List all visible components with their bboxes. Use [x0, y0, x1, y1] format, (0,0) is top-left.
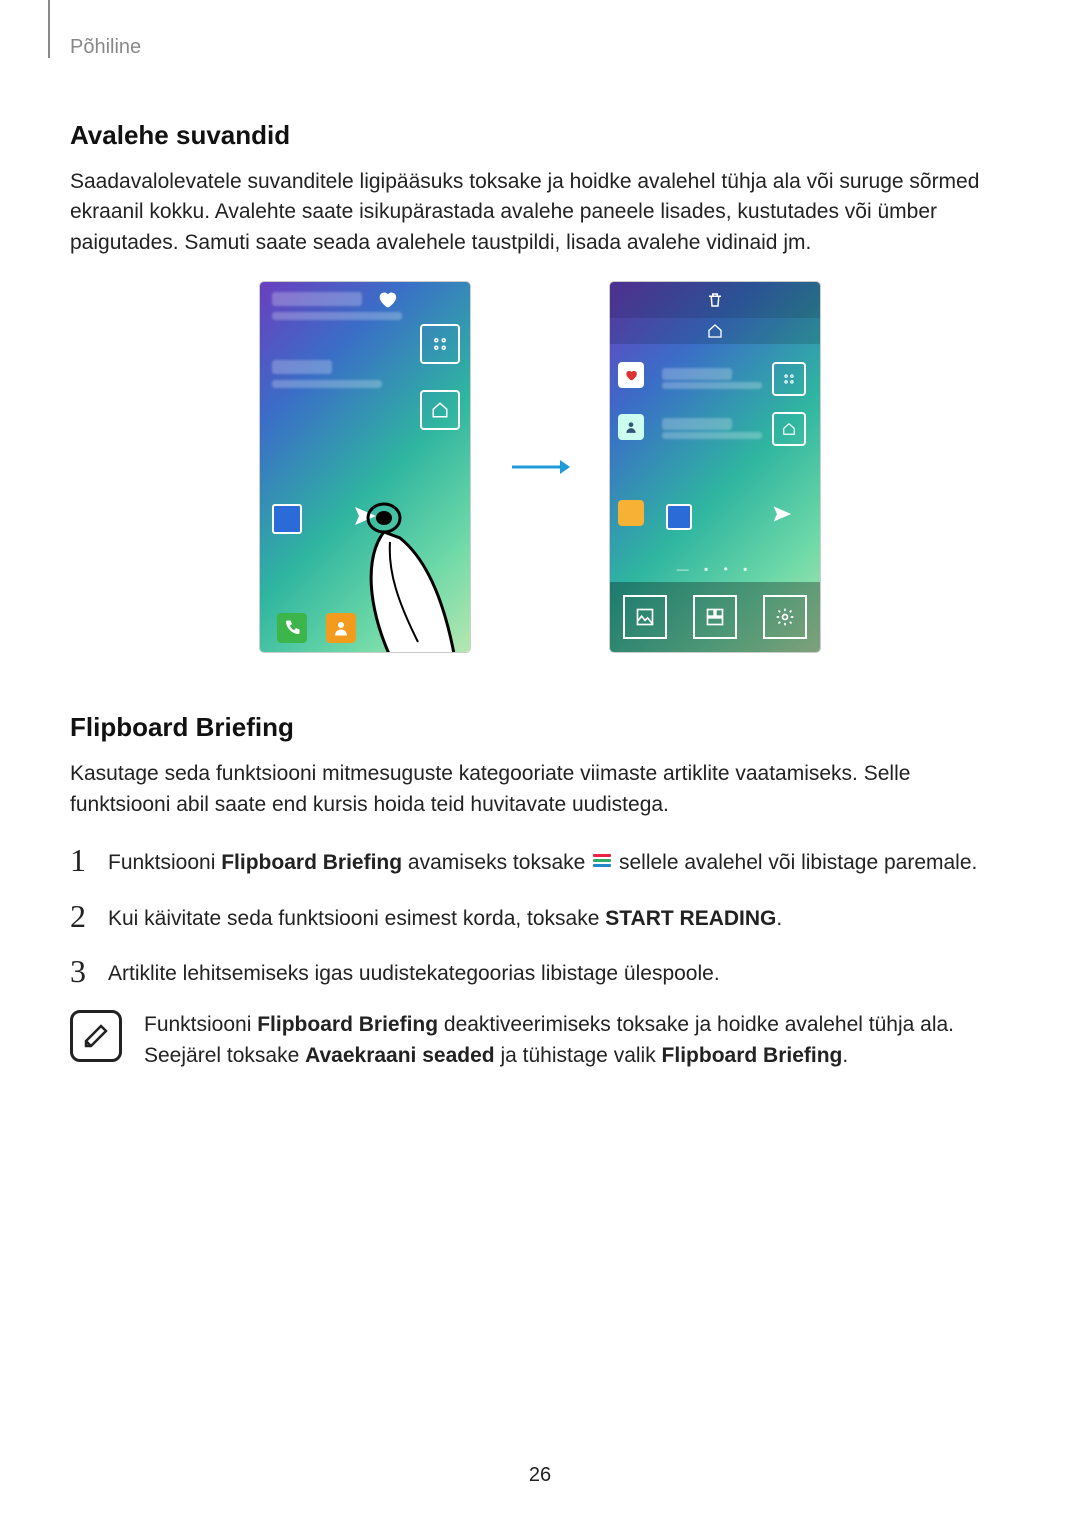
figure-row: — ▪ • ▪ — [70, 282, 1010, 652]
home-tile-icon — [772, 412, 806, 446]
step-number: 3 — [70, 955, 108, 987]
widget-tile-icon — [420, 324, 460, 364]
header-section-label: Põhiline — [70, 36, 141, 59]
note-block: Funktsiooni Flipboard Briefing deaktivee… — [70, 1010, 1010, 1071]
folder-icon — [666, 504, 692, 530]
widget-tile-icon — [772, 362, 806, 396]
phone-screenshot-left — [260, 282, 470, 652]
settings-option-icon — [763, 595, 807, 639]
home-icon — [610, 318, 820, 344]
home-tile-icon — [420, 390, 460, 430]
paper-plane-icon — [772, 504, 792, 524]
step-number: 2 — [70, 900, 108, 932]
header-rule — [48, 0, 50, 58]
trash-icon — [610, 282, 820, 318]
hand-gesture-icon — [340, 492, 460, 652]
page-content: Avalehe suvandid Saadavalolevatele suvan… — [70, 120, 1010, 1071]
heading-home-options: Avalehe suvandid — [70, 120, 1010, 151]
step-2: 2 Kui käivitate seda funktsiooni esimest… — [70, 900, 1010, 933]
page-number: 26 — [0, 1464, 1080, 1487]
page-indicator-icon: — ▪ • ▪ — [610, 562, 820, 576]
heart-icon — [618, 362, 644, 388]
panel-icon — [618, 500, 644, 526]
steps-list: 1 Funktsiooni Flipboard Briefing avamise… — [70, 844, 1010, 988]
phone-icon — [277, 613, 307, 643]
manual-page: Põhiline Avalehe suvandid Saadavalolevat… — [0, 0, 1080, 1527]
paragraph-flipboard-intro: Kasutage seda funktsiooni mitmesuguste k… — [70, 759, 1010, 820]
person-icon — [618, 414, 644, 440]
flipboard-icon — [593, 854, 611, 872]
note-icon — [70, 1010, 122, 1062]
paragraph-home-options: Saadavalolevatele suvanditele ligipääsuk… — [70, 167, 1010, 258]
wallpaper-option-icon — [623, 595, 667, 639]
arrow-right-icon — [510, 457, 570, 477]
step-1: 1 Funktsiooni Flipboard Briefing avamise… — [70, 844, 1010, 877]
widgets-option-icon — [693, 595, 737, 639]
heart-icon — [376, 288, 398, 310]
step-number: 1 — [70, 844, 108, 876]
phone-screenshot-right: — ▪ • ▪ — [610, 282, 820, 652]
heading-flipboard: Flipboard Briefing — [70, 712, 1010, 743]
step-3: 3 Artiklite lehitsemiseks igas uudisteka… — [70, 955, 1010, 988]
folder-icon — [272, 504, 302, 534]
